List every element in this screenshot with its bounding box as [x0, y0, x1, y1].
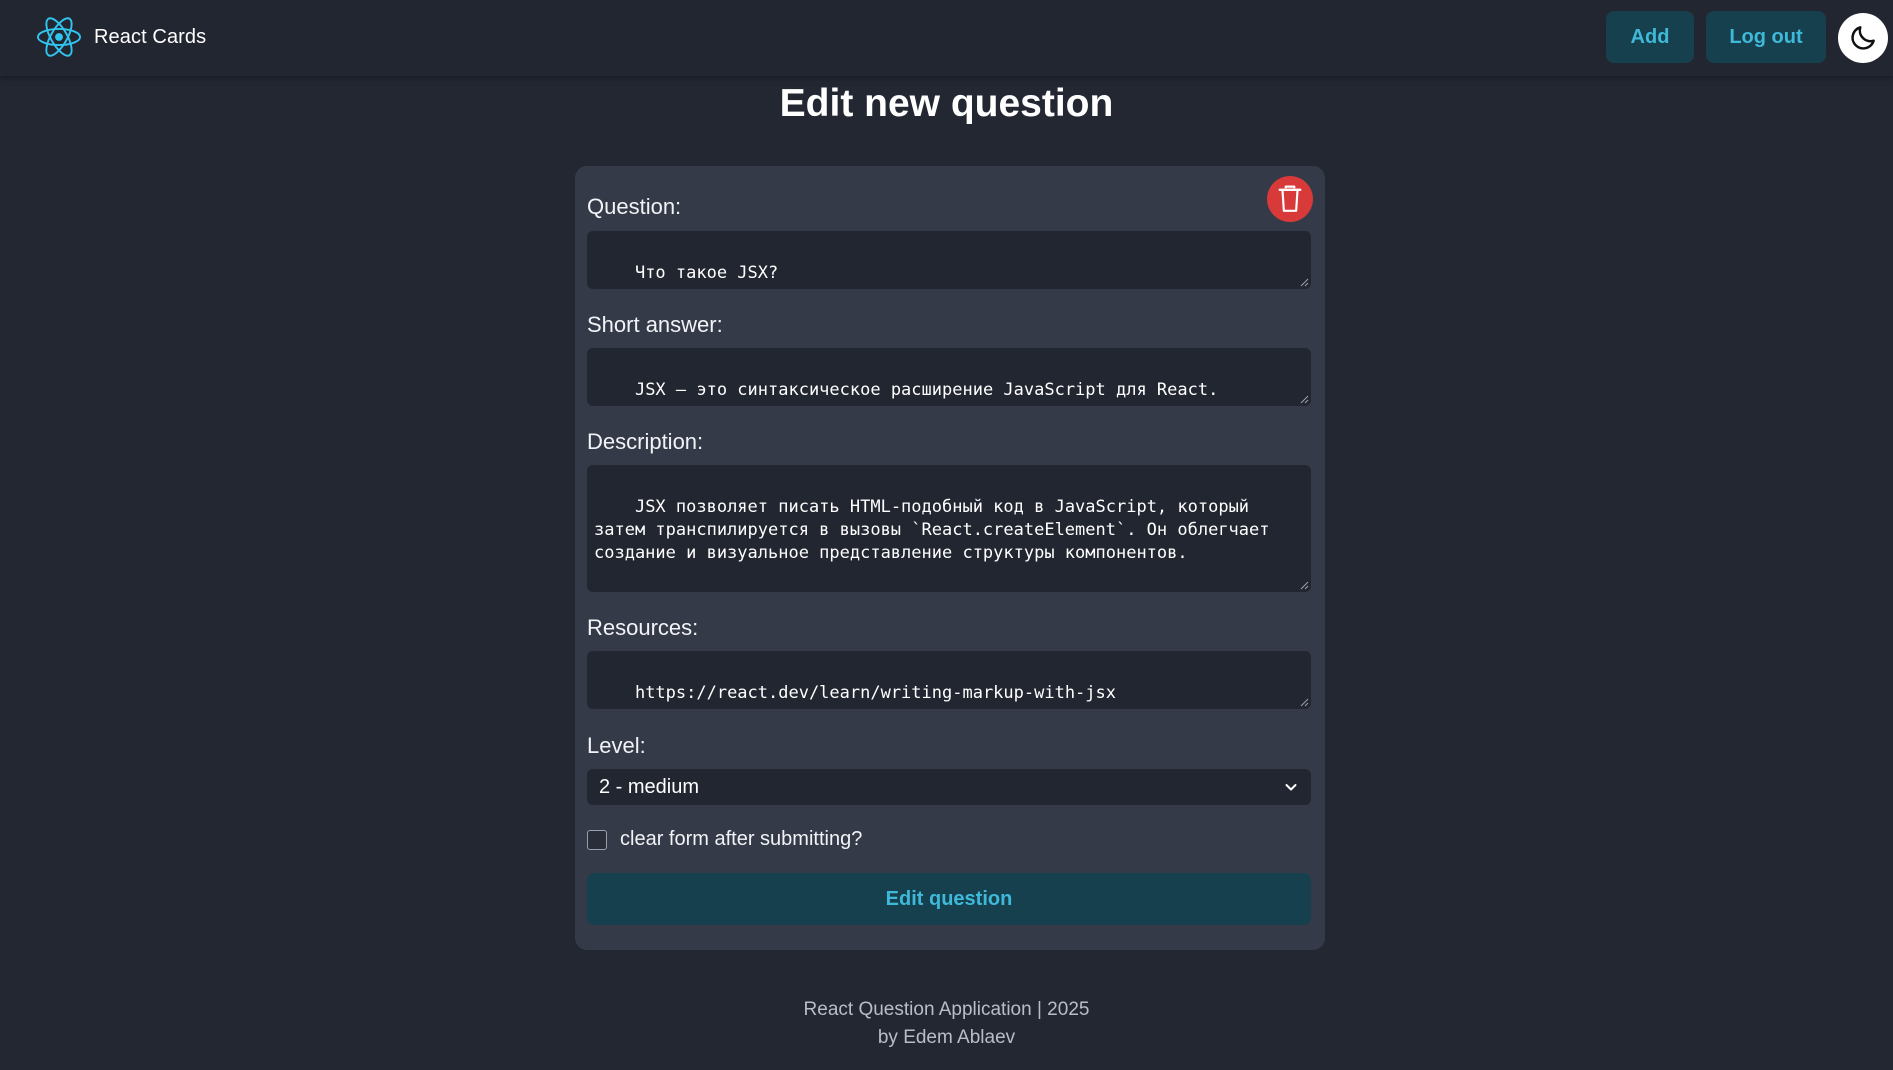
clear-form-label: clear form after submitting?	[620, 828, 863, 850]
chevron-down-icon	[1285, 784, 1297, 791]
page-title: Edit new question	[779, 82, 1114, 125]
react-logo-icon	[36, 17, 82, 57]
moon-icon	[1851, 26, 1875, 50]
add-button[interactable]: Add	[1606, 11, 1694, 63]
short-answer-value: JSX — это синтаксическое расширение Java…	[634, 380, 1219, 400]
question-form-card: Question: Что такое JSX? Short answer: J…	[575, 166, 1325, 950]
description-value: JSX позволяет писать HTML-подобный код в…	[594, 497, 1280, 563]
question-textarea[interactable]: Что такое JSX?	[587, 231, 1311, 289]
question-label: Question:	[587, 194, 682, 219]
app-header: React Cards Add Log out	[0, 0, 1893, 76]
resources-textarea[interactable]: https://react.dev/learn/writing-markup-w…	[587, 651, 1311, 709]
footer: React Question Application | 2025 by Ede…	[0, 996, 1893, 1052]
logout-button[interactable]: Log out	[1706, 11, 1826, 63]
short-answer-textarea[interactable]: JSX — это синтаксическое расширение Java…	[587, 348, 1311, 406]
question-value: Что такое JSX?	[634, 263, 779, 283]
resources-label: Resources:	[587, 615, 699, 640]
footer-author-line: by Edem Ablaev	[877, 1027, 1016, 1048]
footer-app-line: React Question Application | 2025	[803, 999, 1090, 1020]
theme-toggle-button[interactable]	[1838, 13, 1888, 63]
clear-form-option[interactable]: clear form after submitting?	[587, 828, 862, 851]
brand-name: React Cards	[94, 25, 207, 48]
resize-grip-icon[interactable]	[1300, 581, 1309, 590]
level-label: Level:	[587, 733, 646, 758]
clear-form-checkbox[interactable]	[587, 829, 607, 850]
description-textarea[interactable]: JSX позволяет писать HTML-подобный код в…	[587, 465, 1311, 592]
short-answer-label: Short answer:	[587, 312, 723, 337]
resize-grip-icon[interactable]	[1300, 278, 1309, 287]
delete-question-button[interactable]	[1267, 176, 1313, 222]
edit-question-button[interactable]: Edit question	[587, 873, 1311, 925]
level-select[interactable]: 2 - medium	[587, 769, 1311, 805]
level-selected-value: 2 - medium	[599, 775, 700, 798]
resize-grip-icon[interactable]	[1300, 395, 1309, 404]
description-label: Description:	[587, 429, 704, 454]
brand[interactable]: React Cards	[36, 13, 206, 61]
resize-grip-icon[interactable]	[1300, 698, 1309, 707]
trash-icon	[1278, 185, 1302, 212]
resources-value: https://react.dev/learn/writing-markup-w…	[634, 683, 1116, 703]
